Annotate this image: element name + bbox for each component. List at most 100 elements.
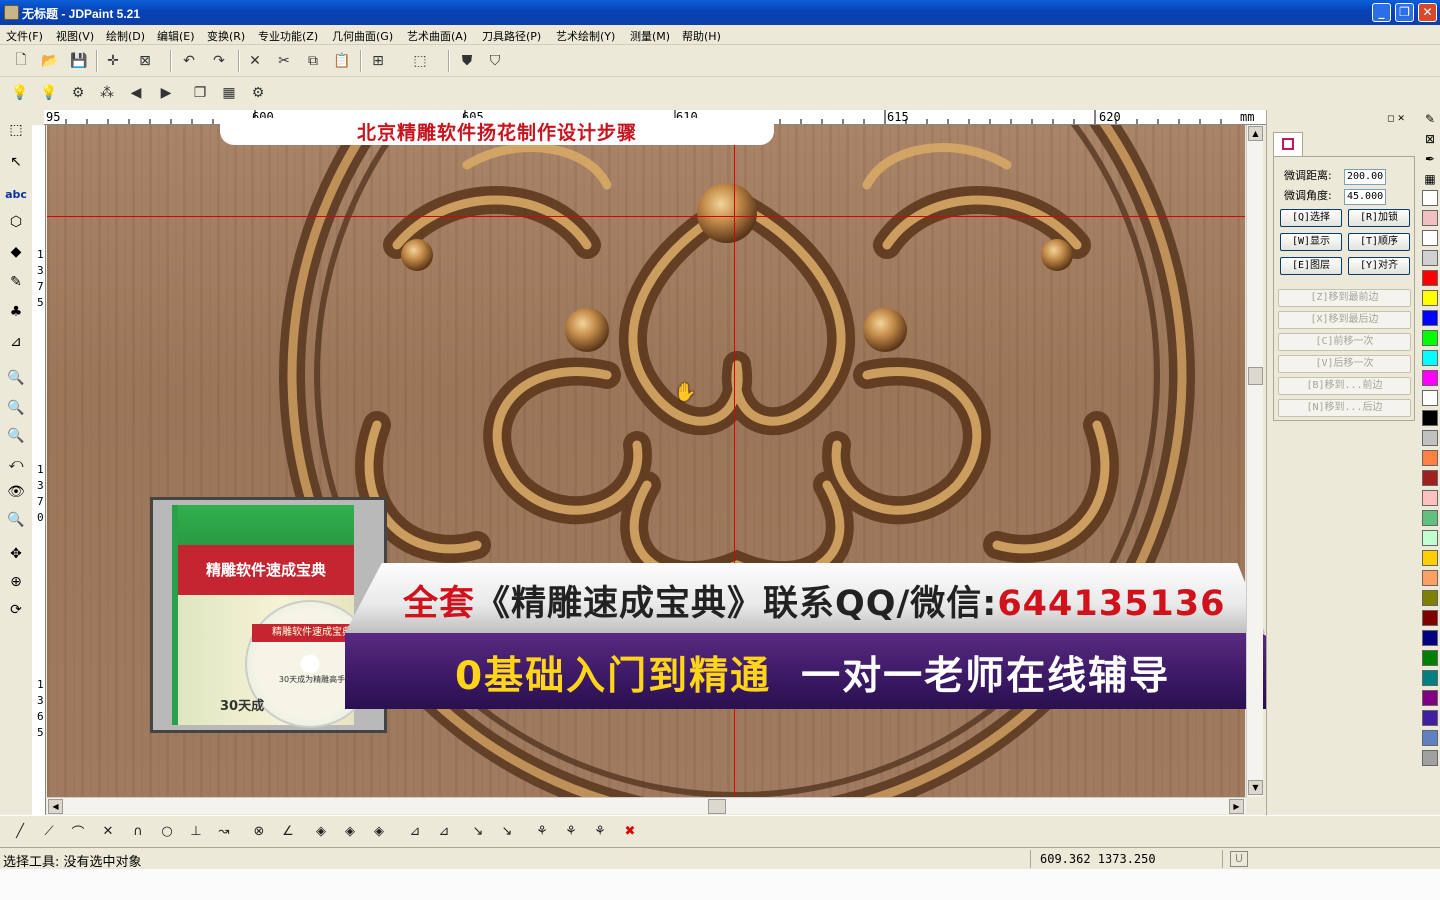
color-swatch[interactable] [1422, 430, 1438, 446]
color-swatch[interactable] [1422, 750, 1438, 766]
color-swatch[interactable] [1422, 530, 1438, 546]
move-after-button[interactable]: [N]移到...后边 [1278, 399, 1411, 417]
menu-item[interactable]: 测量(M) [630, 28, 670, 44]
trim-c-icon[interactable]: ⚘ [588, 820, 612, 842]
color-swatch[interactable] [1422, 390, 1438, 406]
grid-dots-icon[interactable]: ▦ [218, 82, 240, 104]
diamond-b-icon[interactable]: ◈ [338, 820, 362, 842]
new-file-icon[interactable]: 🗋 [10, 50, 32, 72]
grid-icon[interactable]: ⊞ [367, 50, 389, 72]
tree-tool-icon[interactable]: ♣ [4, 300, 28, 324]
menu-item[interactable]: 艺术曲面(A) [407, 28, 467, 44]
color-swatch[interactable] [1422, 730, 1438, 746]
unit-indicator[interactable]: U [1230, 851, 1248, 867]
color-swatch[interactable] [1422, 670, 1438, 686]
horizontal-scroll-thumb[interactable] [708, 799, 726, 814]
zoom-out-icon[interactable]: 🔍 [4, 396, 28, 420]
color-swatch[interactable] [1422, 190, 1438, 206]
pan-icon[interactable]: ✥ [4, 542, 28, 566]
color-swatch[interactable] [1422, 590, 1438, 606]
line-icon[interactable]: ╱ [8, 820, 32, 842]
panel-tab-select[interactable] [1273, 132, 1303, 156]
menu-item[interactable]: 文件(F) [6, 28, 43, 44]
menu-item[interactable]: 专业功能(Z) [258, 28, 318, 44]
nudge-angle-input[interactable] [1344, 188, 1386, 205]
back-icon[interactable]: ◀ [125, 82, 147, 104]
rotate-view-icon[interactable]: ⟳ [4, 598, 28, 622]
shield-b-icon[interactable]: ⛉ [484, 50, 506, 72]
bulb-yellow-icon[interactable]: 💡 [38, 82, 60, 104]
color-swatch[interactable] [1422, 490, 1438, 506]
align-button[interactable]: [Y]对齐 [1348, 257, 1410, 275]
maximize-button[interactable]: ❐ [1395, 3, 1414, 22]
scroll-up-button[interactable]: ▲ [1248, 126, 1263, 141]
color-swatch[interactable] [1422, 450, 1438, 466]
vertical-scroll-thumb[interactable] [1248, 367, 1263, 385]
color-swatch[interactable] [1422, 330, 1438, 346]
scroll-left-button[interactable]: ◀ [48, 799, 63, 814]
zoom-window-icon[interactable]: 🔍 [4, 366, 28, 390]
trim-b-icon[interactable]: ⚘ [559, 820, 583, 842]
panel-close-icon[interactable]: ◻ ✕ [1387, 114, 1405, 124]
zoom-fit-icon[interactable]: 🔍 [4, 508, 28, 532]
shape-tool-icon[interactable]: ⬡ [4, 210, 28, 234]
move-to-front-button[interactable]: [Z]移到最前边 [1278, 289, 1411, 307]
color-swatch[interactable] [1422, 210, 1438, 226]
tangent-icon[interactable]: ↝ [212, 820, 236, 842]
vertical-scrollbar[interactable]: ▲ ▼ [1246, 125, 1263, 797]
color-swatch[interactable] [1422, 710, 1438, 726]
angle-icon[interactable]: ∠ [276, 820, 300, 842]
shield-a-icon[interactable]: ⛊ [456, 50, 478, 72]
color-swatch[interactable] [1422, 470, 1438, 486]
trim-a-icon[interactable]: ⚘ [530, 820, 554, 842]
align-a-icon[interactable]: ⊿ [403, 820, 427, 842]
eyedropper-icon[interactable]: ✒ [1423, 152, 1437, 168]
open-file-icon[interactable]: 📂 [39, 50, 61, 72]
display-button[interactable]: [W]显示 [1280, 233, 1342, 251]
layer-icon[interactable]: ⚙ [67, 82, 89, 104]
eye-icon[interactable]: 👁 [4, 480, 28, 504]
pick-a-icon[interactable]: ↘ [466, 820, 490, 842]
pencil-icon[interactable]: ✎ [1423, 112, 1437, 128]
cut-icon[interactable]: ✂ [273, 50, 295, 72]
menu-item[interactable]: 艺术绘制(Y) [556, 28, 615, 44]
cross-box-icon[interactable]: ⊠ [1423, 132, 1437, 148]
pen-tool-icon[interactable]: ✎ [4, 270, 28, 294]
color-swatch[interactable] [1422, 250, 1438, 266]
circle-icon[interactable]: ○ [155, 820, 179, 842]
select-tool-icon[interactable]: ⬚ [4, 118, 28, 142]
pages-icon[interactable]: ❐ [189, 82, 211, 104]
color-swatch[interactable] [1422, 350, 1438, 366]
move-backward-button[interactable]: [V]后移一次 [1278, 355, 1411, 373]
zoom-all-icon[interactable]: ⊕ [4, 570, 28, 594]
color-swatch[interactable] [1422, 230, 1438, 246]
move-forward-button[interactable]: [C]前移一次 [1278, 333, 1411, 351]
bulb-green-icon[interactable]: 💡 [9, 82, 31, 104]
layer-button[interactable]: [E]图层 [1280, 257, 1342, 275]
select-button[interactable]: [Q]选择 [1280, 209, 1342, 227]
color-swatch[interactable] [1422, 610, 1438, 626]
menu-item[interactable]: 几何曲面(G) [332, 28, 393, 44]
fill-tool-icon[interactable]: ◆ [4, 240, 28, 264]
nodes-icon[interactable]: ⁂ [96, 82, 118, 104]
color-swatch[interactable] [1422, 270, 1438, 286]
color-swatch[interactable] [1422, 370, 1438, 386]
undo-icon[interactable]: ↶ [178, 50, 200, 72]
forward-icon[interactable]: ▶ [155, 82, 177, 104]
menu-item[interactable]: 变换(R) [207, 28, 245, 44]
menu-item[interactable]: 编辑(E) [157, 28, 195, 44]
save-icon[interactable]: 💾 [68, 50, 90, 72]
color-swatch[interactable] [1422, 630, 1438, 646]
color-swatch[interactable] [1422, 690, 1438, 706]
menu-item[interactable]: 帮助(H) [682, 28, 721, 44]
palette-grid-icon[interactable]: ▦ [1423, 172, 1437, 188]
align-b-icon[interactable]: ⊿ [432, 820, 456, 842]
menu-item[interactable]: 刀具路径(P) [482, 28, 541, 44]
menu-item[interactable]: 绘制(D) [106, 28, 145, 44]
polyline-icon[interactable]: ⟋ [37, 820, 61, 842]
zoom-in-icon[interactable]: 🔍 [4, 424, 28, 448]
scroll-down-button[interactable]: ▼ [1248, 780, 1263, 795]
delete-icon[interactable]: ✕ [244, 50, 266, 72]
color-swatch[interactable] [1422, 410, 1438, 426]
cancel-icon[interactable]: ✖ [618, 820, 642, 842]
